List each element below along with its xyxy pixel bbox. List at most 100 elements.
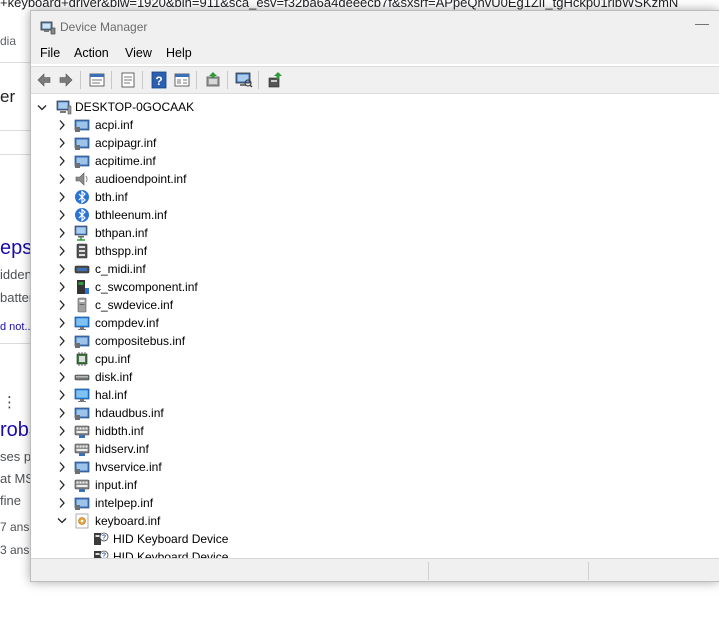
chevron-right-icon[interactable] <box>57 137 67 149</box>
inf-file-icon <box>75 513 89 529</box>
port-icon <box>76 243 88 259</box>
bg-divider <box>0 130 30 131</box>
driver-details-icon[interactable] <box>119 71 137 89</box>
system-device-icon <box>74 155 90 168</box>
chevron-right-icon[interactable] <box>57 317 67 329</box>
chevron-right-icon[interactable] <box>57 335 67 347</box>
bg-text-fragment: er <box>0 87 16 106</box>
software-device-icon <box>77 297 87 313</box>
tree-item[interactable]: hidserv.inf <box>31 440 719 458</box>
bg-link-fragment[interactable]: eps <box>0 237 32 260</box>
tree-item[interactable]: bth.inf <box>31 188 719 206</box>
tree-item[interactable]: hal.inf <box>31 386 719 404</box>
tree-item[interactable]: bthspp.inf <box>31 242 719 260</box>
bg-link-fragment[interactable]: d not... <box>0 321 34 333</box>
tree-item[interactable]: cpu.inf <box>31 350 719 368</box>
monitor-icon <box>74 388 90 402</box>
properties-icon[interactable] <box>88 71 106 89</box>
tree-item[interactable]: intelpep.inf <box>31 494 719 512</box>
toolbar-separator <box>111 71 112 89</box>
chevron-right-icon[interactable] <box>57 263 67 275</box>
update-driver-icon[interactable] <box>204 71 222 89</box>
tree-item[interactable]: input.inf <box>31 476 719 494</box>
tree-child-item[interactable]: ? HID Keyboard Device <box>31 530 719 548</box>
title-bar[interactable]: Device Manager — <box>31 11 719 42</box>
chevron-right-icon[interactable] <box>57 389 67 401</box>
chevron-right-icon[interactable] <box>57 155 67 167</box>
tree-item[interactable]: hdaudbus.inf <box>31 404 719 422</box>
tree-item-label: hvservice.inf <box>95 460 162 474</box>
scan-hardware-icon[interactable] <box>235 71 253 89</box>
tree-item-label: bthspp.inf <box>95 244 148 258</box>
tree-item[interactable]: compositebus.inf <box>31 332 719 350</box>
tree-item[interactable]: c_midi.inf <box>31 260 719 278</box>
chevron-right-icon[interactable] <box>57 461 67 473</box>
monitor-icon <box>74 316 90 330</box>
menu-help[interactable]: Help <box>166 46 192 60</box>
window-title: Device Manager <box>60 20 148 34</box>
tree-item[interactable]: acpi.inf <box>31 116 719 134</box>
chevron-right-icon[interactable] <box>57 371 67 383</box>
chevron-right-icon[interactable] <box>57 281 67 293</box>
chevron-down-icon[interactable] <box>57 515 67 527</box>
chevron-right-icon[interactable] <box>57 191 67 203</box>
tree-item[interactable]: bthpan.inf <box>31 224 719 242</box>
menu-file[interactable]: File <box>40 46 60 60</box>
tree-child-label: HID Keyboard Device <box>113 550 229 558</box>
tree-root[interactable]: DESKTOP-0GOCAAK <box>31 98 719 116</box>
chevron-right-icon[interactable] <box>57 479 67 491</box>
bg-divider <box>0 62 30 63</box>
add-driver-icon[interactable] <box>266 71 284 89</box>
disk-drive-icon <box>74 374 90 381</box>
chevron-right-icon[interactable] <box>57 299 67 311</box>
tree-item-label: c_midi.inf <box>95 262 146 276</box>
tree-item-label: bthleenum.inf <box>95 208 168 222</box>
tree-item-label: acpi.inf <box>95 118 134 132</box>
help-icon[interactable]: ? <box>150 71 168 89</box>
tree-child-item[interactable]: ? HID Keyboard Device <box>31 548 719 558</box>
tree-item-label: input.inf <box>95 478 138 492</box>
menu-action[interactable]: Action <box>74 46 109 60</box>
tree-item[interactable]: bthleenum.inf <box>31 206 719 224</box>
chevron-down-icon[interactable] <box>37 102 47 114</box>
chevron-right-icon[interactable] <box>57 173 67 185</box>
tree-item[interactable]: hidbth.inf <box>31 422 719 440</box>
tree-item[interactable]: acpipagr.inf <box>31 134 719 152</box>
tree-item[interactable]: c_swcomponent.inf <box>31 278 719 296</box>
system-device-icon <box>74 335 90 348</box>
tree-item[interactable]: acpitime.inf <box>31 152 719 170</box>
chevron-right-icon[interactable] <box>57 407 67 419</box>
tree-item-label: acpipagr.inf <box>95 136 157 150</box>
chevron-right-icon[interactable] <box>57 443 67 455</box>
tree-item[interactable]: hvservice.inf <box>31 458 719 476</box>
chevron-right-icon[interactable] <box>57 227 67 239</box>
device-tree[interactable]: DESKTOP-0GOCAAK acpi.inf acpipagr.inf acpi… <box>31 94 719 558</box>
chevron-right-icon[interactable] <box>57 245 67 257</box>
back-icon[interactable] <box>35 71 53 89</box>
status-divider <box>428 562 429 580</box>
chevron-right-icon[interactable] <box>57 209 67 221</box>
tree-item-label: intelpep.inf <box>95 496 154 510</box>
chevron-right-icon[interactable] <box>57 119 67 131</box>
tree-item[interactable]: c_swdevice.inf <box>31 296 719 314</box>
status-bar <box>31 558 719 581</box>
view-icon[interactable] <box>173 71 191 89</box>
chevron-right-icon[interactable] <box>57 497 67 509</box>
tree-item[interactable]: compdev.inf <box>31 314 719 332</box>
tree-item[interactable]: audioendpoint.inf <box>31 170 719 188</box>
chevron-right-icon[interactable] <box>57 353 67 365</box>
chevron-right-icon[interactable] <box>57 425 67 437</box>
tree-item-label: disk.inf <box>95 370 133 384</box>
tree-item[interactable]: keyboard.inf <box>31 512 719 530</box>
hid-icon <box>74 479 90 492</box>
tree-item-label: bth.inf <box>95 190 128 204</box>
more-options-icon[interactable]: ⋮ <box>2 393 17 411</box>
tree-item[interactable]: disk.inf <box>31 368 719 386</box>
menu-view[interactable]: View <box>125 46 152 60</box>
bg-text-fragment: 3 ans <box>0 543 30 557</box>
device-manager-window[interactable]: Device Manager — File Action View Help ? <box>30 10 719 582</box>
tree-item-label: cpu.inf <box>95 352 131 366</box>
forward-icon[interactable] <box>57 71 75 89</box>
minimize-button[interactable]: — <box>695 15 709 31</box>
system-device-icon <box>74 461 90 474</box>
